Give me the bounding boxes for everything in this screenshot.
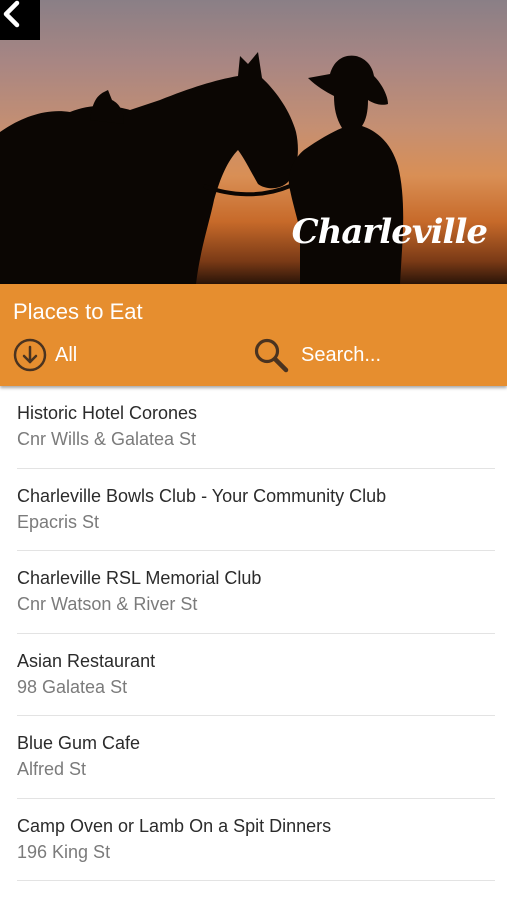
- hero-banner: Charleville: [0, 0, 507, 284]
- place-name: Charleville Bowls Club - Your Community …: [17, 485, 387, 506]
- filter-label: All: [55, 343, 78, 366]
- list-item[interactable]: Charleville RSL Memorial Club Cnr Watson…: [0, 551, 507, 634]
- place-name: Asian Restaurant: [17, 650, 156, 671]
- place-address: Cnr Watson & River St: [17, 594, 198, 614]
- place-name: Camp Oven or Lamb On a Spit Dinners: [17, 815, 332, 836]
- list-item[interactable]: Asian Restaurant 98 Galatea St: [0, 634, 507, 717]
- place-address: Alfred St: [17, 759, 87, 779]
- charleville-logo: Charleville: [291, 212, 488, 252]
- list-item[interactable]: Historic Hotel Corones Cnr Wills & Galat…: [0, 386, 507, 469]
- filter-button[interactable]: All: [13, 338, 77, 372]
- search-placeholder: Search...: [301, 343, 382, 366]
- place-address: Cnr Wills & Galatea St: [17, 429, 197, 449]
- place-address: 196 King St: [17, 841, 111, 862]
- section-header: Places to Eat All Search...: [0, 284, 507, 386]
- chevron-left-icon: [3, 0, 20, 28]
- place-name: Charleville RSL Memorial Club: [17, 568, 262, 588]
- list-item[interactable]: Blue Gum Cafe Alfred St: [0, 716, 507, 799]
- circle-arrow-down-icon: [13, 338, 47, 372]
- page-title: Places to Eat: [13, 299, 143, 324]
- back-button[interactable]: [0, 0, 40, 40]
- list-item[interactable]: Camp Oven or Lamb On a Spit Dinners 196 …: [0, 799, 507, 882]
- place-name: Blue Gum Cafe: [17, 733, 141, 753]
- search-input[interactable]: Search...: [253, 336, 493, 374]
- places-list: Historic Hotel Corones Cnr Wills & Galat…: [0, 386, 507, 881]
- list-item[interactable]: Charleville Bowls Club - Your Community …: [0, 469, 507, 552]
- place-name: Historic Hotel Corones: [17, 403, 198, 423]
- place-address: Epacris St: [17, 511, 100, 532]
- search-icon: [254, 338, 289, 373]
- place-address: 98 Galatea St: [17, 676, 128, 697]
